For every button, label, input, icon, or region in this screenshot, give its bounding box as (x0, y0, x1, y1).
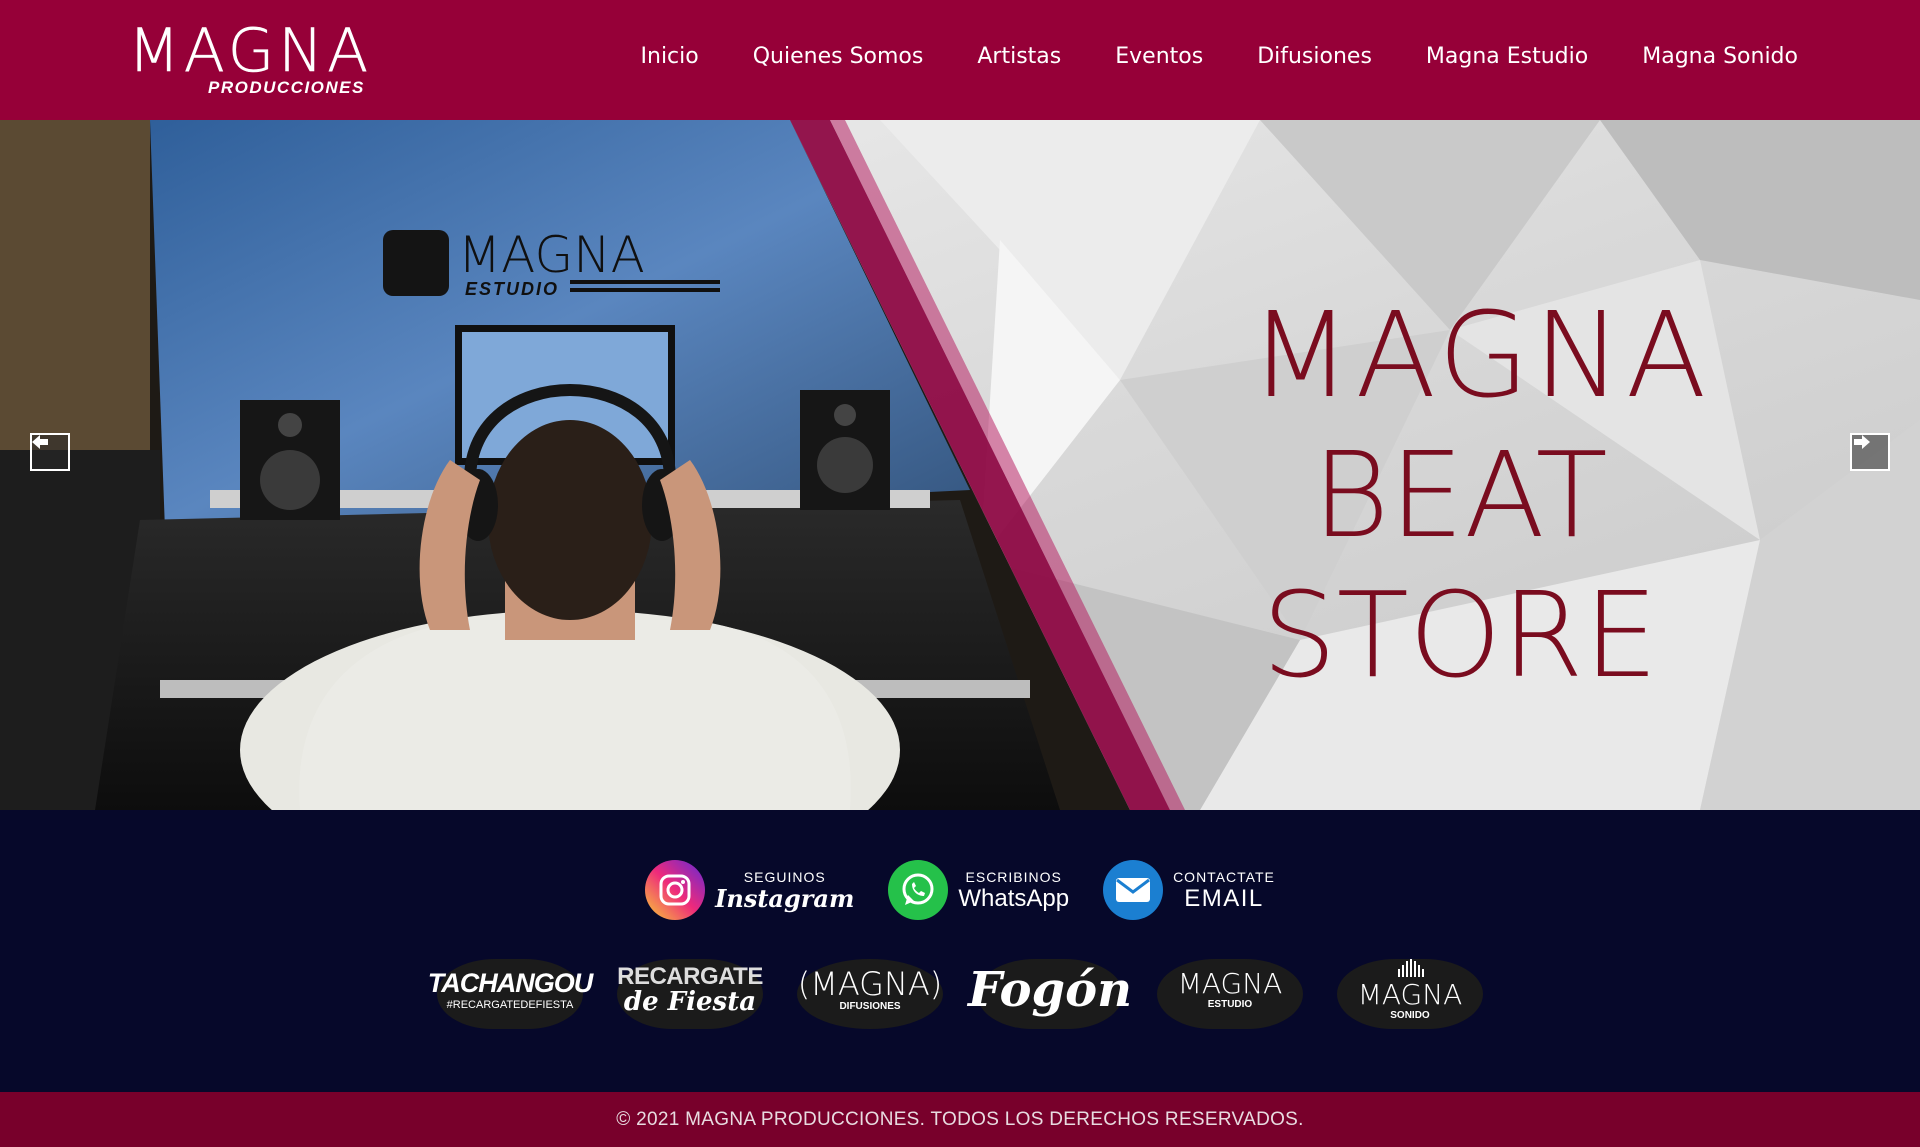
brand-estudio-sub: ESTUDIO (1207, 999, 1253, 1010)
arrow-left-icon (32, 435, 48, 449)
logo-subtitle: PRODUCCIONES (208, 78, 365, 97)
whatsapp-label: WhatsApp (958, 884, 1070, 912)
brand-magna-estudio[interactable]: MAGNA ESTUDIO (1151, 945, 1309, 1035)
whatsapp-link[interactable]: ESCRIBINOS WhatsApp (888, 860, 1069, 920)
nav-artistas[interactable]: Artistas (977, 44, 1061, 69)
whatsapp-label-top: ESCRIBINOS (965, 868, 1062, 885)
social-links: SEGUINOS Instagram ESCRIBINOS WhatsApp C… (0, 860, 1920, 920)
logo-wordmark: MAGNA (128, 16, 373, 86)
site-header: MAGNA PRODUCCIONES Inicio Quienes Somos … (0, 0, 1920, 120)
brand-magna-difusiones[interactable]: (MAGNA) DIFUSIONES (791, 945, 949, 1035)
sound-bars-icon (1398, 959, 1424, 977)
brand-tachangou[interactable]: TACHANGOU #RECARGATEDEFIESTA (427, 945, 593, 1035)
brand-difusiones-sub: DIFUSIONES (839, 1001, 901, 1012)
email-link[interactable]: CONTACTATE EMAIL (1103, 860, 1275, 920)
brand-magna-sonido[interactable]: MAGNA SONIDO (1331, 945, 1489, 1035)
whatsapp-icon (888, 860, 949, 920)
email-icon (1103, 860, 1164, 920)
instagram-link[interactable]: SEGUINOS Instagram (645, 860, 854, 920)
brand-recargate-sub: de Fiesta (623, 987, 757, 1017)
photo-sign-text: MAGNA (458, 226, 645, 284)
email-label-top: CONTACTATE (1173, 868, 1275, 885)
brand-recargate-de-fiesta[interactable]: RECARGATE de Fiesta (611, 945, 769, 1035)
slider-next-button[interactable] (1850, 433, 1890, 471)
nav-eventos[interactable]: Eventos (1115, 44, 1203, 69)
photo-sign-subtext: ESTUDIO (465, 279, 559, 299)
magna-producciones-logo[interactable]: MAGNA PRODUCCIONES (128, 20, 458, 100)
slider-prev-button[interactable] (30, 433, 70, 471)
copyright-text: © 2021 MAGNA PRODUCCIONES. TODOS LOS DER… (616, 1108, 1304, 1130)
brand-recargate-main: RECARGATE (617, 963, 763, 990)
brand-fogon-main: Fogón (968, 962, 1132, 1018)
hero-title-line2: BEAT STORE (1261, 426, 1659, 704)
instagram-label-top: SEGUINOS (743, 868, 826, 885)
brand-tachangou-sub: #RECARGATEDEFIESTA (446, 998, 574, 1011)
nav-quienes-somos[interactable]: Quienes Somos (753, 44, 924, 69)
brand-sonido-sub: SONIDO (1390, 1010, 1430, 1021)
email-label: EMAIL (1184, 884, 1264, 912)
brand-difusiones-main: (MAGNA) (797, 965, 943, 1003)
nav-magna-sonido[interactable]: Magna Sonido (1642, 44, 1798, 69)
hero-slider: MAGNA ESTUDIO MAGNA BEAT STORE (0, 120, 1920, 810)
nav-magna-estudio[interactable]: Magna Estudio (1426, 44, 1588, 69)
instagram-label: Instagram (715, 883, 855, 913)
brand-logos: TACHANGOU #RECARGATEDEFIESTA RECARGATE d… (0, 945, 1920, 1035)
arrow-right-icon (1854, 435, 1870, 449)
nav-inicio[interactable]: Inicio (641, 44, 699, 69)
brand-fogon[interactable]: Fogón (968, 945, 1132, 1035)
hero-title-line1: MAGNA (1249, 286, 1711, 424)
main-nav: Inicio Quienes Somos Artistas Eventos Di… (587, 44, 1798, 69)
brand-tachangou-main: TACHANGOU (427, 967, 593, 998)
brand-sonido-main: MAGNA (1357, 978, 1463, 1011)
hero-title: MAGNA BEAT STORE (1100, 285, 1820, 705)
instagram-icon (645, 860, 706, 920)
brand-estudio-main: MAGNA (1177, 967, 1283, 1000)
site-footer: SEGUINOS Instagram ESCRIBINOS WhatsApp C… (0, 810, 1920, 1092)
copyright-bar: © 2021 MAGNA PRODUCCIONES. TODOS LOS DER… (0, 1092, 1920, 1147)
nav-difusiones[interactable]: Difusiones (1257, 44, 1372, 69)
